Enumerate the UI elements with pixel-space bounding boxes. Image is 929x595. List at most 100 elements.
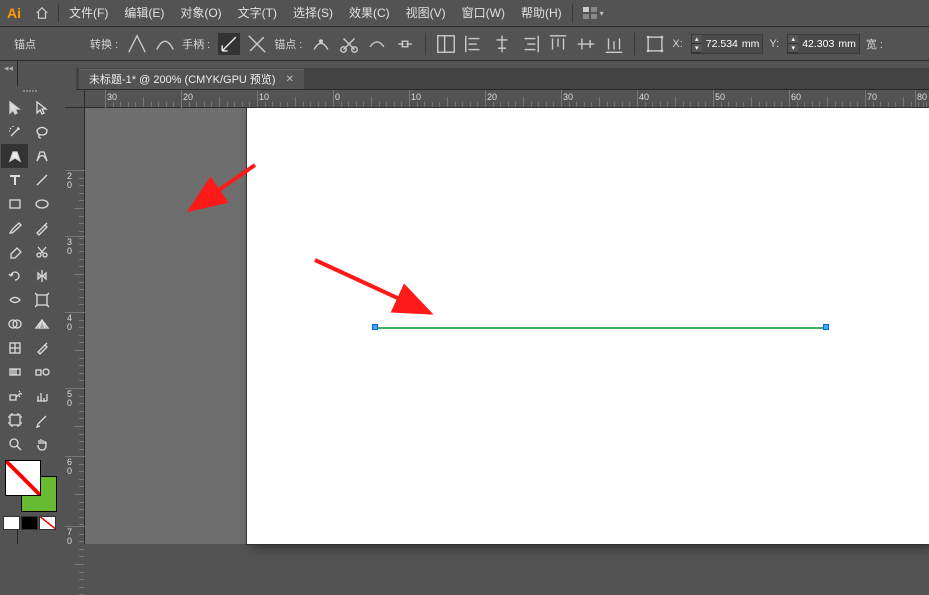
draw-normal-icon[interactable] bbox=[3, 516, 20, 530]
convert-corner-icon[interactable] bbox=[126, 33, 148, 55]
ellipse-tool-icon[interactable] bbox=[28, 192, 55, 216]
align-left-icon[interactable] bbox=[463, 33, 485, 55]
expand-dock-icon[interactable]: ◂◂ bbox=[0, 61, 17, 74]
align-bottom-icon[interactable] bbox=[603, 33, 625, 55]
pencil-tool-icon[interactable] bbox=[28, 216, 55, 240]
spin-up-icon[interactable]: ▴ bbox=[692, 35, 702, 44]
menu-file[interactable]: 文件(F) bbox=[61, 0, 116, 27]
y-label: Y: bbox=[769, 38, 779, 50]
gradient-tool-icon[interactable] bbox=[1, 360, 28, 384]
magic-wand-tool-icon[interactable] bbox=[1, 120, 28, 144]
blend-tool-icon[interactable] bbox=[28, 360, 55, 384]
menu-view[interactable]: 视图(V) bbox=[398, 0, 454, 27]
ruler-tick-label: 60 bbox=[791, 92, 801, 102]
perspective-grid-tool-icon[interactable] bbox=[28, 312, 55, 336]
free-transform-tool-icon[interactable] bbox=[28, 288, 55, 312]
direct-selection-tool-icon[interactable] bbox=[28, 96, 55, 120]
menu-object[interactable]: 对象(O) bbox=[172, 0, 229, 27]
align-hcenter-icon[interactable] bbox=[491, 33, 513, 55]
menu-bar: Ai 文件(F) 编辑(E) 对象(O) 文字(T) 选择(S) 效果(C) 视… bbox=[0, 0, 929, 27]
fill-color[interactable] bbox=[5, 460, 41, 496]
mesh-tool-icon[interactable] bbox=[1, 336, 28, 360]
draw-behind-icon[interactable] bbox=[21, 516, 38, 530]
home-icon[interactable] bbox=[28, 0, 56, 27]
anchor-point[interactable] bbox=[823, 324, 829, 330]
zoom-tool-icon[interactable] bbox=[1, 432, 28, 456]
drawn-path[interactable] bbox=[375, 327, 825, 329]
ruler-tick-label: 20 bbox=[67, 172, 72, 190]
ruler-tick-label: 70 bbox=[867, 92, 877, 102]
ruler-tick-label: 70 bbox=[67, 528, 72, 546]
menu-edit[interactable]: 编辑(E) bbox=[116, 0, 172, 27]
convert-smooth-icon[interactable] bbox=[154, 33, 176, 55]
menu-select[interactable]: 选择(S) bbox=[285, 0, 341, 27]
anchor-cut-icon[interactable] bbox=[338, 33, 360, 55]
spin-down-icon[interactable]: ▾ bbox=[692, 44, 702, 53]
y-value[interactable]: 42.303 bbox=[798, 38, 838, 50]
paintbrush-tool-icon[interactable] bbox=[1, 216, 28, 240]
ruler-tick-label: 30 bbox=[563, 92, 573, 102]
anchor-remove-icon[interactable] bbox=[310, 33, 332, 55]
fill-stroke-swatch[interactable] bbox=[3, 460, 57, 510]
selection-tool-icon[interactable] bbox=[1, 96, 28, 120]
ruler-tick-label: 0 bbox=[335, 92, 340, 102]
spin-down-icon[interactable]: ▾ bbox=[788, 44, 798, 53]
isolate-icon[interactable] bbox=[435, 33, 457, 55]
anchor-connect-icon[interactable] bbox=[366, 33, 388, 55]
slice-tool-icon[interactable] bbox=[28, 408, 55, 432]
align-vcenter-icon[interactable] bbox=[575, 33, 597, 55]
column-graph-tool-icon[interactable] bbox=[28, 384, 55, 408]
handle-hide-icon[interactable] bbox=[246, 33, 268, 55]
ruler-tick-label: 30 bbox=[67, 238, 72, 256]
curvature-tool-icon[interactable] bbox=[28, 144, 55, 168]
anchor-point[interactable] bbox=[372, 324, 378, 330]
y-field[interactable]: ▴▾ 42.303 mm bbox=[787, 34, 860, 54]
handle-label: 手柄 : bbox=[182, 36, 210, 52]
menu-help[interactable]: 帮助(H) bbox=[513, 0, 570, 27]
draw-inside-icon[interactable] bbox=[39, 516, 56, 530]
ruler-tick-label: 60 bbox=[67, 458, 72, 476]
ruler-tick-label: 10 bbox=[411, 92, 421, 102]
separator bbox=[572, 4, 573, 22]
width-tool-icon[interactable] bbox=[1, 288, 28, 312]
ruler-vertical[interactable]: 203040506070 bbox=[65, 108, 85, 544]
symbol-sprayer-tool-icon[interactable] bbox=[1, 384, 28, 408]
scissors-tool-icon[interactable] bbox=[28, 240, 55, 264]
type-tool-icon[interactable] bbox=[1, 168, 28, 192]
lasso-tool-icon[interactable] bbox=[28, 120, 55, 144]
ruler-tick-label: 30 bbox=[107, 92, 117, 102]
spin-up-icon[interactable]: ▴ bbox=[788, 35, 798, 44]
menu-window[interactable]: 窗口(W) bbox=[454, 0, 513, 27]
workspace-switcher[interactable]: ▾ bbox=[583, 7, 604, 19]
align-right-icon[interactable] bbox=[519, 33, 541, 55]
draw-modes[interactable] bbox=[3, 516, 57, 530]
anchor-label: 锚点 bbox=[14, 36, 36, 52]
align-top-icon[interactable] bbox=[547, 33, 569, 55]
ruler-horizontal[interactable]: 30201001020304050607080 bbox=[85, 90, 929, 108]
shape-builder-tool-icon[interactable] bbox=[1, 312, 28, 336]
eraser-tool-icon[interactable] bbox=[1, 240, 28, 264]
rotate-tool-icon[interactable] bbox=[1, 264, 28, 288]
pen-tool-icon[interactable] bbox=[1, 144, 28, 168]
x-field[interactable]: ▴▾ 72.534 mm bbox=[691, 34, 764, 54]
ruler-tick-label: 50 bbox=[715, 92, 725, 102]
menu-type[interactable]: 文字(T) bbox=[230, 0, 285, 27]
document-tab[interactable]: 未标题-1* @ 200% (CMYK/GPU 预览) ✕ bbox=[79, 69, 304, 89]
ruler-tick-label: 80 bbox=[917, 92, 927, 102]
rectangle-tool-icon[interactable] bbox=[1, 192, 28, 216]
artboard-tool-icon[interactable] bbox=[1, 408, 28, 432]
x-value[interactable]: 72.534 bbox=[702, 38, 742, 50]
close-tab-icon[interactable]: ✕ bbox=[286, 70, 294, 90]
eyedropper-tool-icon[interactable] bbox=[28, 336, 55, 360]
hand-tool-icon[interactable] bbox=[28, 432, 55, 456]
toolbox-handle[interactable] bbox=[1, 88, 58, 96]
anchor-split-icon[interactable] bbox=[394, 33, 416, 55]
separator bbox=[634, 33, 635, 55]
reflect-tool-icon[interactable] bbox=[28, 264, 55, 288]
menu-effect[interactable]: 效果(C) bbox=[341, 0, 398, 27]
handle-show-icon[interactable] bbox=[218, 33, 240, 55]
separator bbox=[58, 4, 59, 22]
transform-icon[interactable] bbox=[644, 33, 666, 55]
ruler-origin[interactable] bbox=[65, 90, 85, 108]
line-tool-icon[interactable] bbox=[28, 168, 55, 192]
